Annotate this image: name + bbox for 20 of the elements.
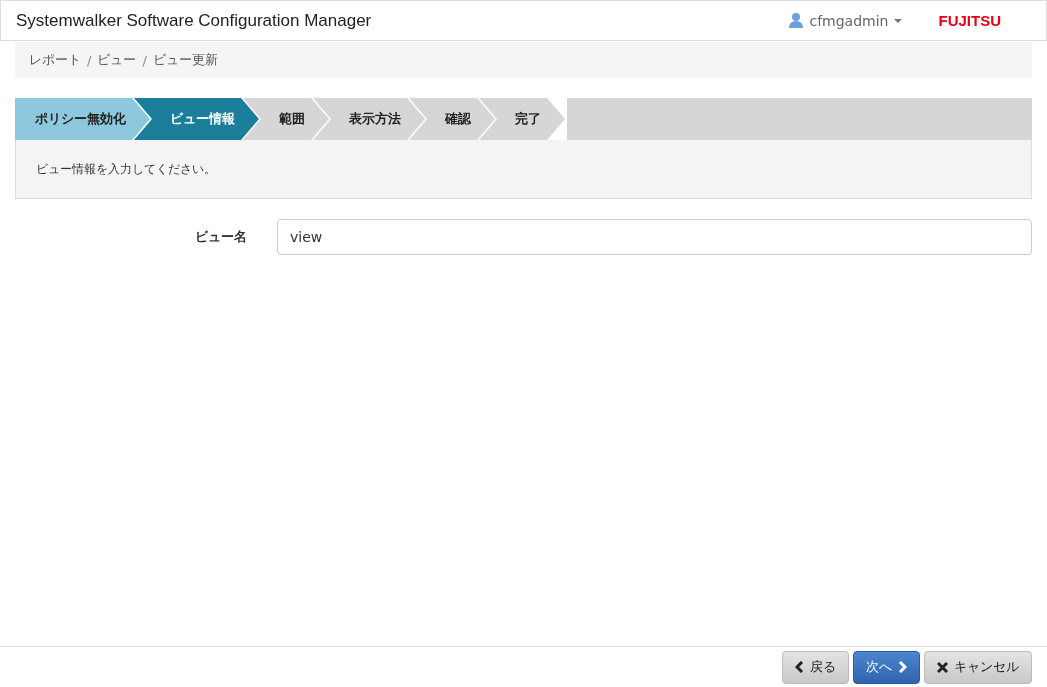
instruction-text: ビュー情報を入力してください。 [36, 160, 216, 178]
view-name-field[interactable]: view [277, 219, 1032, 255]
cancel-button[interactable]: キャンセル [924, 650, 1032, 684]
close-icon [937, 661, 948, 673]
breadcrumb-link[interactable]: ビュー [97, 51, 137, 69]
back-button[interactable]: 戻る [782, 650, 849, 684]
breadcrumb-current: ビュー更新 [152, 51, 218, 69]
breadcrumb-separator: / [87, 52, 92, 68]
caret-icon [894, 18, 903, 23]
wizard-step: 完了 [479, 98, 565, 140]
user-menu[interactable]: cfmgadmin [789, 12, 903, 29]
logo: FUJITSU [938, 12, 1001, 29]
chevron-left-icon [795, 661, 804, 673]
breadcrumb-link[interactable]: レポート [29, 51, 81, 69]
next-button[interactable]: 次へ [853, 650, 920, 684]
breadcrumb-separator: / [142, 52, 147, 68]
app-title: Systemwalker Software Configuration Manager [16, 10, 373, 31]
chevron-right-icon [898, 661, 907, 673]
user-icon [789, 13, 804, 28]
field-label: ビュー名 [194, 228, 248, 246]
